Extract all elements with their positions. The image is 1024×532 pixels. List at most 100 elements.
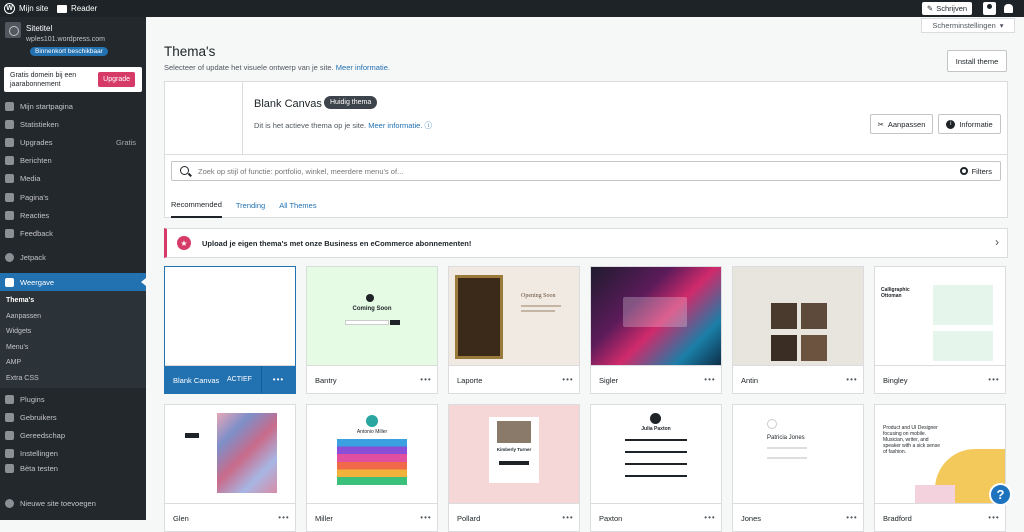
menu-label: Berichten: [20, 156, 52, 166]
help-circle-icon[interactable]: ⓘ: [425, 121, 433, 130]
upgrade-button[interactable]: Upgrade: [98, 72, 135, 87]
more-options-icon[interactable]: •••: [699, 504, 721, 531]
customize-button[interactable]: ✂ Aanpassen: [870, 114, 933, 134]
theme-name: Glen: [173, 514, 189, 523]
reader-link[interactable]: Reader: [57, 0, 97, 17]
submenu-menus[interactable]: Menu's: [0, 340, 146, 356]
menu-item-tools[interactable]: Gereedschap: [0, 426, 146, 444]
theme-name: Sigler: [599, 376, 619, 385]
notifications-icon[interactable]: [1004, 4, 1013, 13]
menu-item-comments[interactable]: Reacties: [0, 206, 146, 224]
menu-label: Reacties: [20, 210, 50, 220]
media-icon: [5, 174, 14, 184]
write-button[interactable]: ✎ Schrijven: [922, 2, 972, 15]
more-options-icon[interactable]: •••: [699, 366, 721, 393]
more-options-icon[interactable]: •••: [841, 366, 863, 393]
theme-screenshot: Calligraphic Ottoman: [875, 267, 1005, 365]
theme-card[interactable]: Antin •••: [732, 266, 864, 394]
more-options-icon[interactable]: •••: [983, 366, 1005, 393]
avatar-preview: [366, 415, 378, 427]
admin-bar: W Mijn site Reader ✎ Schrijven: [0, 0, 1024, 17]
filters-button[interactable]: Filters: [959, 162, 992, 180]
theme-card[interactable]: Coming Soon Bantry •••: [306, 266, 438, 394]
page-subtitle: Selecteer of update het visuele ontwerp …: [164, 63, 390, 72]
theme-screenshot: Coming Soon: [307, 267, 437, 365]
current-theme-more-info-link[interactable]: Meer informatie.: [368, 121, 422, 130]
theme-card[interactable]: Glen •••: [164, 404, 296, 532]
menu-item-stats[interactable]: Statistieken: [0, 115, 146, 133]
theme-card-footer: Bradford •••: [875, 503, 1005, 531]
preview-heading: Patricia Jones: [767, 435, 805, 441]
theme-card[interactable]: Blank Canvas ACTIEF •••: [164, 266, 296, 394]
more-info-link[interactable]: Meer informatie.: [336, 63, 390, 72]
theme-card[interactable]: Patricia Jones Jones •••: [732, 404, 864, 532]
theme-card[interactable]: Julia Paxton Paxton •••: [590, 404, 722, 532]
theme-card[interactable]: Opening Soon Laporte •••: [448, 266, 580, 394]
submenu-widgets[interactable]: Widgets: [0, 324, 146, 340]
tab-all-themes[interactable]: All Themes: [279, 192, 316, 218]
star-icon: ★: [177, 236, 191, 250]
preview-heading: Coming Soon: [352, 306, 392, 312]
more-options-icon[interactable]: •••: [415, 504, 437, 531]
install-theme-button[interactable]: Install theme: [947, 50, 1007, 72]
more-options-icon[interactable]: •••: [841, 504, 863, 531]
more-options-icon[interactable]: •••: [273, 504, 295, 531]
menu-item-new-site[interactable]: Nieuwe site toevoegen: [0, 494, 146, 512]
settings-icon: [5, 449, 14, 459]
my-site-link[interactable]: W Mijn site: [4, 0, 48, 17]
menu-item-upgrades[interactable]: Upgrades Gratis: [0, 133, 146, 151]
theme-card[interactable]: Antonio Miller Miller •••: [306, 404, 438, 532]
upload-banner[interactable]: ★ Upload je eigen thema's met onze Busin…: [164, 228, 1008, 258]
info-icon: i: [946, 119, 956, 129]
search-input[interactable]: [198, 162, 918, 180]
info-button[interactable]: i Informatie: [938, 114, 1001, 134]
submenu-customize[interactable]: Aanpassen: [0, 309, 146, 325]
theme-card[interactable]: Product and UI Designer focusing on mobi…: [874, 404, 1006, 532]
wrench-icon: [5, 430, 14, 440]
current-theme-screenshot: [165, 82, 243, 154]
more-options-icon[interactable]: •••: [557, 366, 579, 393]
profile-icon[interactable]: [983, 2, 996, 15]
menu-item-home[interactable]: Mijn startpagina: [0, 97, 146, 115]
menu-item-media[interactable]: Media: [0, 170, 146, 188]
text-line: [767, 457, 807, 459]
menu-label: Instellingen: [20, 449, 58, 459]
upsell-nudge[interactable]: Gratis domein bij een jaarabonnement Upg…: [4, 67, 142, 92]
feedback-icon: [5, 228, 14, 238]
page-title: Thema's: [164, 44, 216, 59]
more-options-icon[interactable]: •••: [557, 504, 579, 531]
menu-item-posts[interactable]: Berichten: [0, 152, 146, 170]
tab-recommended[interactable]: Recommended: [171, 192, 222, 218]
current-theme-desc: Dit is het actieve thema op je site. Mee…: [254, 120, 432, 131]
appearance-submenu: Thema's Aanpassen Widgets Menu's AMP Ext…: [0, 291, 146, 389]
menu-item-appearance[interactable]: Weergave: [0, 273, 146, 292]
email-preview: [345, 320, 389, 325]
menu-label: Gebruikers: [20, 412, 57, 422]
theme-card[interactable]: Calligraphic Ottoman Bingley •••: [874, 266, 1006, 394]
menu-item-users[interactable]: Gebruikers: [0, 408, 146, 426]
theme-card[interactable]: Kimberly Turner Pollard •••: [448, 404, 580, 532]
submenu-themes[interactable]: Thema's: [0, 293, 146, 309]
menu-label: Nieuwe site toevoegen: [20, 498, 96, 508]
more-options-icon[interactable]: •••: [261, 366, 295, 393]
list-line: [625, 439, 687, 441]
menu-item-jetpack[interactable]: Jetpack: [0, 248, 146, 266]
theme-screenshot: [165, 405, 295, 503]
submenu-extra-css[interactable]: Extra CSS: [0, 371, 146, 387]
menu-item-plugins[interactable]: Plugins: [0, 390, 146, 408]
screen-options-button[interactable]: Scherminstellingen ▾: [921, 18, 1015, 33]
more-options-icon[interactable]: •••: [415, 366, 437, 393]
theme-card[interactable]: Sigler •••: [590, 266, 722, 394]
help-button[interactable]: ?: [989, 483, 1012, 506]
site-header[interactable]: Sitetitel wples101.wordpress.com Binnenk…: [5, 22, 145, 72]
menu-item-pages[interactable]: Pagina's: [0, 188, 146, 206]
tab-trending[interactable]: Trending: [236, 192, 265, 218]
theme-screenshot: Antonio Miller: [307, 405, 437, 503]
menu-item-beta[interactable]: Bèta testen: [0, 459, 146, 477]
submenu-amp[interactable]: AMP: [0, 355, 146, 371]
theme-screenshot: Opening Soon: [449, 267, 579, 365]
theme-screenshot: [733, 267, 863, 365]
screen-options-label: Scherminstellingen: [932, 21, 996, 30]
menu-item-feedback[interactable]: Feedback: [0, 224, 146, 242]
more-options-icon[interactable]: •••: [983, 504, 1005, 531]
